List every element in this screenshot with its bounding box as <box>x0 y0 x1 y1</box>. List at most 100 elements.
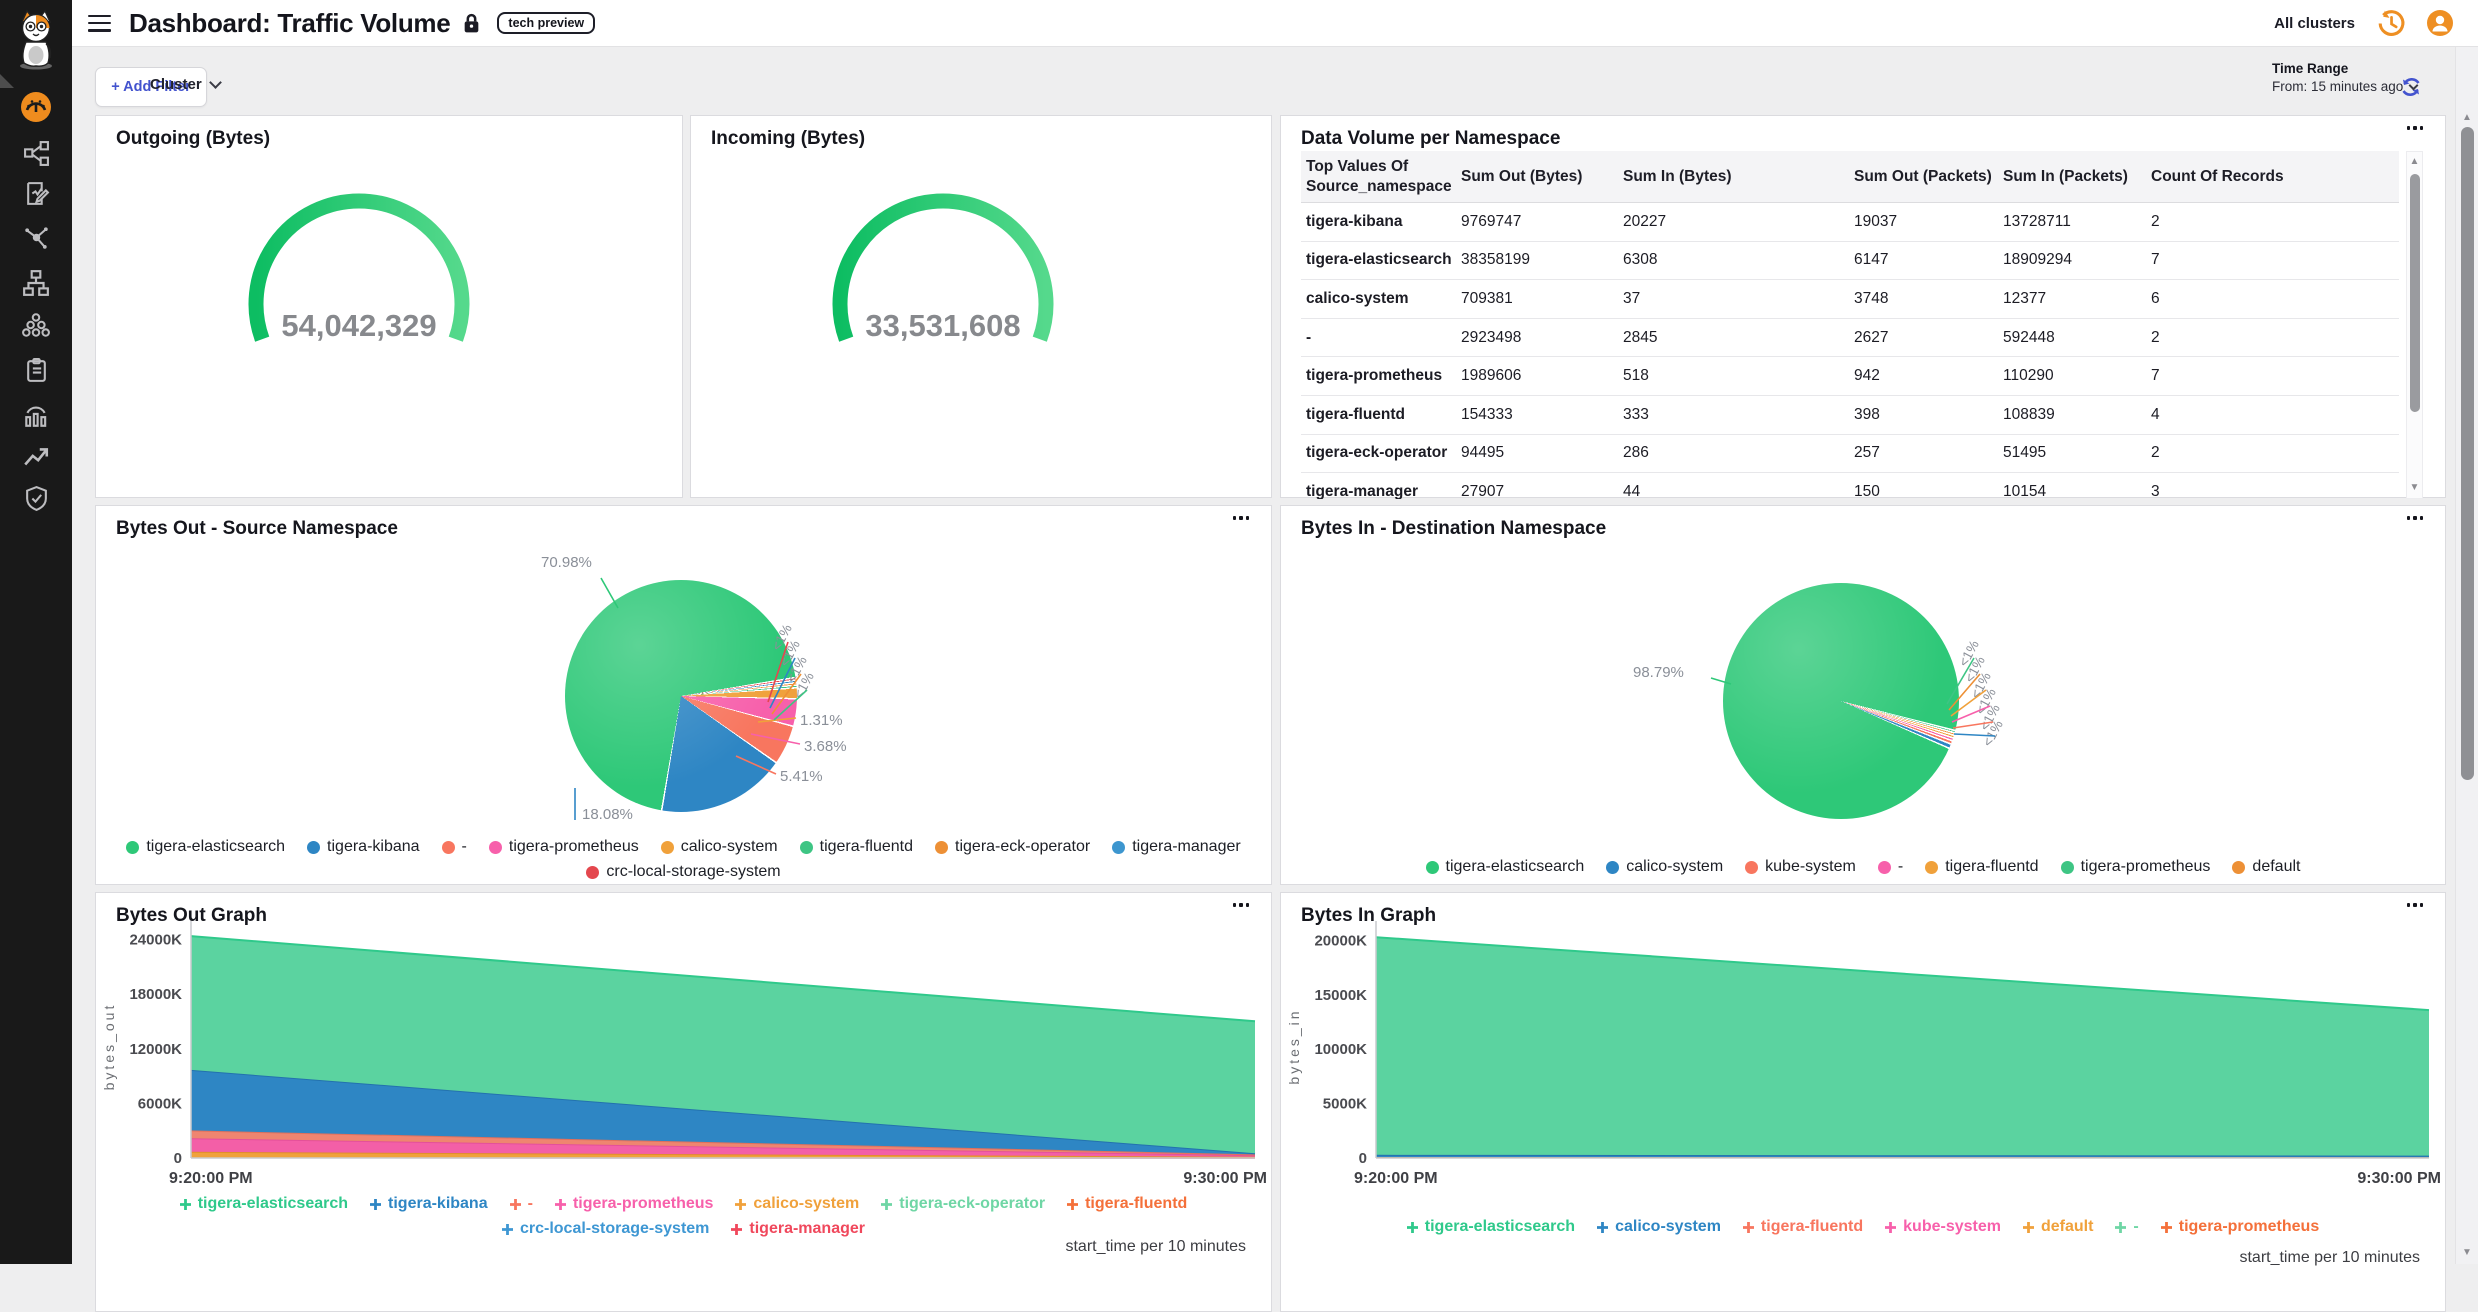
legend-cross-icon <box>2115 1222 2126 1233</box>
panel-menu-icon[interactable] <box>2401 120 2430 136</box>
legend-item[interactable]: tigera-fluentd <box>1925 858 2038 876</box>
legend-label: calico-system <box>1615 1218 1721 1236</box>
legend-item[interactable]: - <box>442 838 467 856</box>
legend-item[interactable]: default <box>2023 1218 2093 1236</box>
panel-menu-icon[interactable] <box>1227 510 1256 526</box>
legend-item[interactable]: tigera-manager <box>731 1220 865 1238</box>
legend-item[interactable]: crc-local-storage-system <box>586 863 780 881</box>
legend-item[interactable]: tigera-elasticsearch <box>1426 858 1585 876</box>
legend-item[interactable]: - <box>1878 858 1903 876</box>
sitemap-icon <box>22 269 50 297</box>
legend-item[interactable]: - <box>2115 1218 2138 1236</box>
svg-text:9:30:00 PM: 9:30:00 PM <box>1183 1170 1267 1187</box>
scroll-down-icon[interactable]: ▼ <box>2407 483 2422 493</box>
legend-label: tigera-eck-operator <box>899 1195 1045 1213</box>
bytes-in-pie[interactable] <box>1723 583 1959 819</box>
panel-title: Bytes Out Graph <box>116 905 267 927</box>
legend-item[interactable]: tigera-fluentd <box>1067 1195 1187 1213</box>
legend-item[interactable]: calico-system <box>1606 858 1723 876</box>
column-header[interactable]: Sum Out (Packets) <box>1854 167 2003 186</box>
legend-dot-icon <box>935 841 948 854</box>
legend-item[interactable]: tigera-manager <box>1112 838 1241 856</box>
legend-cross-icon <box>1597 1222 1608 1233</box>
sidebar-item-node-hierarchy[interactable] <box>19 266 53 300</box>
legend-dot-icon <box>1606 861 1619 874</box>
value-cell: 2845 <box>1623 329 1854 347</box>
column-header[interactable]: Sum In (Packets) <box>2003 167 2151 186</box>
value-cell: 2 <box>2151 329 2399 347</box>
hamburger-menu-icon[interactable] <box>88 15 111 32</box>
sidebar-item-trends[interactable] <box>19 440 53 474</box>
legend-item[interactable]: crc-local-storage-system <box>502 1220 709 1238</box>
svg-text:bytes_out: bytes_out <box>101 1003 117 1091</box>
sidebar-item-policies[interactable] <box>19 176 53 210</box>
sidebar-item-dashboards[interactable] <box>19 90 53 124</box>
legend-label: default <box>2252 858 2300 876</box>
sidebar-item-threat-defense[interactable] <box>19 481 53 515</box>
legend-item[interactable]: tigera-elasticsearch <box>1407 1218 1575 1236</box>
legend-item[interactable]: calico-system <box>1597 1218 1721 1236</box>
legend-item[interactable]: tigera-prometheus <box>2061 858 2211 876</box>
legend-label: tigera-elasticsearch <box>1425 1218 1575 1236</box>
calico-cat-logo <box>8 8 64 72</box>
sidebar-item-network-topology[interactable] <box>19 136 53 170</box>
table-scrollbar[interactable]: ▲ ▼ <box>2406 151 2423 499</box>
history-icon[interactable] <box>2375 8 2406 39</box>
panel-menu-icon[interactable] <box>1227 897 1256 913</box>
value-cell: 150 <box>1854 483 2003 499</box>
table-scrollbar-thumb[interactable] <box>2410 174 2421 412</box>
legend-label: - <box>528 1195 533 1213</box>
legend-item[interactable]: tigera-kibana <box>307 838 420 856</box>
sidebar-item-clusters[interactable] <box>19 308 53 342</box>
column-header[interactable]: Top Values Of Source_namespace <box>1306 157 1461 196</box>
scroll-up-icon[interactable]: ▲ <box>2407 157 2422 167</box>
panel-menu-icon[interactable] <box>2401 897 2430 913</box>
sidebar-item-activity-stats[interactable] <box>19 398 53 432</box>
legend-item[interactable]: tigera-eck-operator <box>881 1195 1045 1213</box>
refresh-icon[interactable] <box>2398 74 2424 100</box>
legend-item[interactable]: calico-system <box>735 1195 859 1213</box>
all-clusters-label[interactable]: All clusters <box>2274 15 2355 32</box>
legend-item[interactable]: kube-system <box>1745 858 1856 876</box>
legend-item[interactable]: tigera-eck-operator <box>935 838 1090 856</box>
column-header[interactable]: Sum In (Bytes) <box>1623 167 1854 186</box>
legend-item[interactable]: tigera-elasticsearch <box>180 1195 348 1213</box>
legend-item[interactable]: default <box>2232 858 2300 876</box>
bytes-in-pie-chart-area: 98.79%<1%<1%<1%<1%<1%<1% <box>1281 506 2445 884</box>
legend-item[interactable]: kube-system <box>1885 1218 2001 1236</box>
legend-item[interactable]: tigera-elasticsearch <box>126 838 285 856</box>
column-header[interactable]: Count Of Records <box>2151 167 2399 186</box>
column-header[interactable]: Sum Out (Bytes) <box>1461 167 1623 186</box>
legend-item[interactable]: tigera-fluentd <box>1743 1218 1863 1236</box>
legend-item[interactable]: tigera-fluentd <box>800 838 913 856</box>
legend-item[interactable]: tigera-prometheus <box>555 1195 713 1213</box>
bytes-in-graph-legend: tigera-elasticsearch calico-system tigera-… <box>1281 1218 2445 1236</box>
sidebar-notch <box>0 74 14 88</box>
svg-text:0: 0 <box>1359 1150 1367 1167</box>
legend-item[interactable]: tigera-prometheus <box>2161 1218 2319 1236</box>
value-cell: 286 <box>1623 444 1854 462</box>
value-cell: 37 <box>1623 290 1854 308</box>
legend-item[interactable]: - <box>510 1195 533 1213</box>
panel-menu-icon[interactable] <box>2401 510 2430 526</box>
table-row: -2923498284526275924482 <box>1301 319 2399 358</box>
legend-item[interactable]: tigera-kibana <box>370 1195 488 1213</box>
sidebar-item-service-graph[interactable] <box>19 220 53 254</box>
legend-item[interactable]: calico-system <box>661 838 778 856</box>
cluster-dropdown[interactable]: Cluster <box>150 76 220 93</box>
legend-item[interactable]: tigera-prometheus <box>489 838 639 856</box>
bytes-out-pie[interactable] <box>565 580 797 812</box>
value-cell: 6 <box>2151 290 2399 308</box>
namespace-cell: - <box>1306 329 1461 347</box>
scroll-down-icon[interactable]: ▼ <box>2456 1248 2478 1258</box>
value-cell: 13728711 <box>2003 213 2151 231</box>
time-range-control[interactable]: Time Range From: 15 minutes ago <box>2272 60 2417 96</box>
user-avatar-icon[interactable] <box>2426 9 2454 37</box>
legend-dot-icon <box>442 841 455 854</box>
page-scrollbar-thumb[interactable] <box>2461 127 2474 780</box>
scroll-up-icon[interactable]: ▲ <box>2456 113 2478 123</box>
svg-text:12000K: 12000K <box>129 1041 182 1058</box>
page-scrollbar[interactable]: ▲ ▼ <box>2455 47 2478 1264</box>
sidebar-item-compliance-reports[interactable] <box>19 353 53 387</box>
shield-check-icon <box>23 485 50 512</box>
